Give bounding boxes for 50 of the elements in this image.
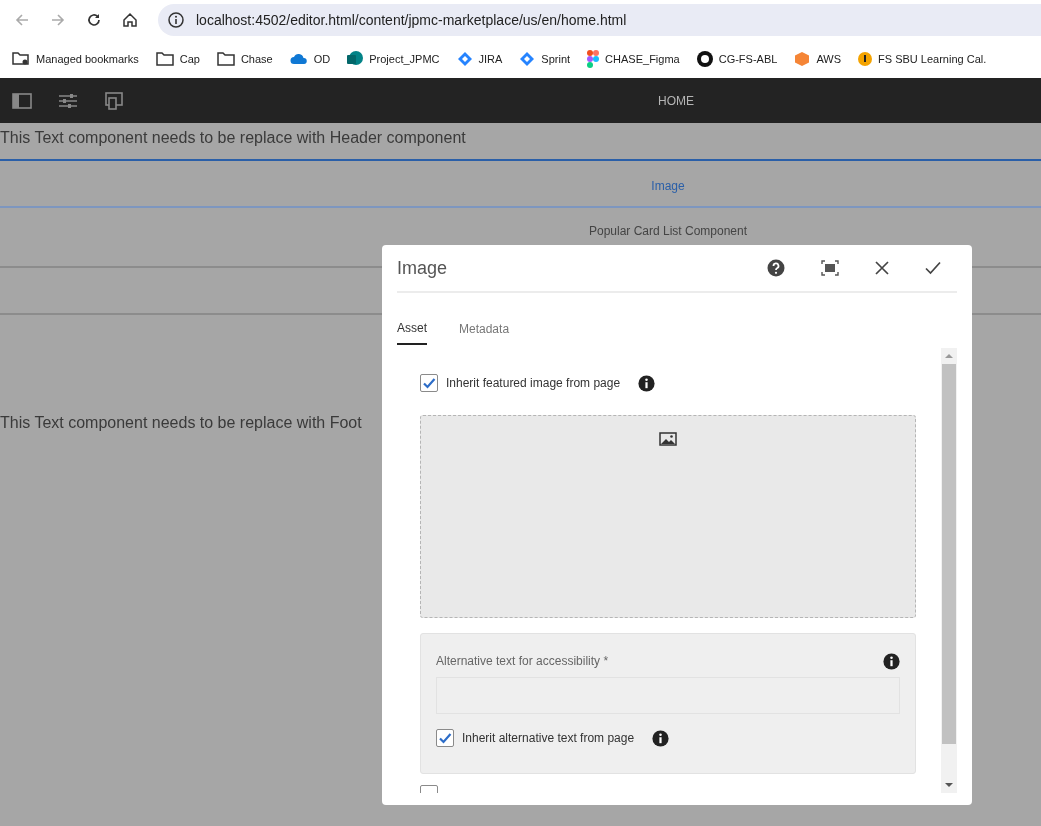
folder-icon <box>12 51 30 67</box>
figma-icon <box>587 50 600 68</box>
info-icon[interactable] <box>638 374 656 392</box>
bookmark[interactable]: OD <box>289 50 331 68</box>
side-panel-icon[interactable] <box>12 92 32 109</box>
url-text: localhost:4502/editor.html/content/jpmc-marketplace/us/en/home.html <box>196 10 627 30</box>
diamond-icon <box>456 51 473 67</box>
bookmark[interactable]: CHASE_Figma <box>587 50 680 68</box>
bookmark[interactable]: Chase <box>216 50 273 68</box>
bookmark[interactable]: JIRA <box>456 50 503 68</box>
dialog-tab[interactable]: Metadata <box>459 318 510 345</box>
sliders-icon[interactable] <box>58 92 78 109</box>
reload-icon[interactable] <box>86 12 102 28</box>
app-icon <box>347 51 364 67</box>
bookmark[interactable]: Cap <box>155 50 200 68</box>
image-icon <box>659 432 677 446</box>
cloud-icon <box>289 53 308 65</box>
home-icon[interactable] <box>122 12 138 28</box>
scrollbar[interactable] <box>941 348 957 793</box>
info-icon[interactable] <box>883 652 900 670</box>
bookmark[interactable]: Project_JPMC <box>347 50 440 68</box>
bookmark[interactable]: Managed bookmarks <box>12 50 139 68</box>
cube-icon <box>794 51 811 67</box>
checkbox-label: Inherit featured image from page <box>446 375 621 392</box>
bookmark[interactable]: FS SBU Learning Cal. <box>858 50 987 68</box>
badge-icon <box>858 52 873 66</box>
checkbox[interactable] <box>436 729 454 747</box>
footer-text: This Text component needs to be replace with Foot <box>0 413 363 433</box>
address-bar[interactable]: localhost:4502/editor.html/content/jpmc-marketplace/us/en/home.html <box>158 4 1041 36</box>
dialog-tab[interactable]: Asset <box>397 318 427 345</box>
bookmark[interactable]: AWS <box>794 50 842 68</box>
close-icon[interactable] <box>875 261 889 275</box>
diamond-icon <box>519 51 536 67</box>
help-icon[interactable] <box>767 259 785 277</box>
fullscreen-icon[interactable] <box>821 260 839 276</box>
devices-icon[interactable] <box>104 91 124 110</box>
info-icon[interactable] <box>652 729 670 747</box>
bookmark[interactable]: Sprint <box>519 50 571 68</box>
header-text: This Text component needs to be replace with Header component <box>0 123 1041 161</box>
checkmark-icon[interactable] <box>925 261 941 275</box>
field-label: Alternative text for accessibility * <box>436 653 609 670</box>
info-icon[interactable] <box>168 12 184 28</box>
page-title: HOME <box>658 92 694 110</box>
bookmark[interactable]: CG-FS-ABL <box>696 50 778 68</box>
checkbox-label: Inherit alternative text from page <box>462 730 635 747</box>
folder-icon <box>155 51 174 67</box>
folder-icon <box>216 51 235 67</box>
scroll-down-icon[interactable] <box>945 783 953 787</box>
checkbox[interactable] <box>420 374 438 392</box>
github-icon <box>696 51 713 67</box>
